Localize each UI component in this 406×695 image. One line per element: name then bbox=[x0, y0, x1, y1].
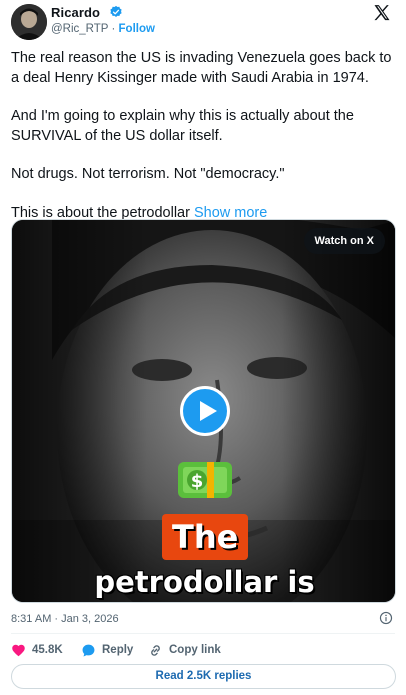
avatar-image bbox=[11, 4, 47, 40]
tweet-paragraph: And I'm going to explain why this is act… bbox=[11, 108, 354, 144]
caption-line-1: The bbox=[162, 514, 249, 560]
reply-bubble-icon bbox=[82, 644, 95, 656]
watch-on-x-button[interactable]: Watch on X bbox=[303, 228, 385, 254]
caption-line-2: petrodollar is bbox=[94, 565, 315, 599]
divider bbox=[11, 633, 395, 634]
like-button[interactable]: 45.8K bbox=[11, 641, 63, 659]
like-count: 45.8K bbox=[32, 644, 63, 656]
action-bar: 45.8K Reply Copy link bbox=[11, 641, 397, 659]
reply-button[interactable]: Reply bbox=[81, 641, 133, 659]
money-banknote-icon: $ bbox=[178, 462, 232, 498]
handle-separator: · bbox=[111, 23, 116, 35]
link-icon bbox=[151, 644, 160, 656]
video-player[interactable]: Watch on X $ The petrodollar is bbox=[11, 219, 396, 603]
copy-link-label: Copy link bbox=[169, 644, 221, 656]
heart-icon bbox=[12, 644, 25, 656]
play-button-icon[interactable] bbox=[180, 386, 230, 436]
x-logo-icon[interactable] bbox=[372, 3, 392, 23]
info-icon[interactable] bbox=[379, 611, 393, 625]
avatar[interactable] bbox=[11, 4, 47, 40]
tweet-timestamp[interactable]: 8:31 AM · Jan 3, 2026 bbox=[11, 613, 119, 625]
reply-label: Reply bbox=[102, 644, 134, 656]
follow-button[interactable]: Follow bbox=[119, 23, 155, 35]
tweet-embed: Ricardo @Ric_RTP · Follow The real reaso… bbox=[0, 0, 406, 695]
author-handle[interactable]: @Ric_RTP bbox=[51, 23, 108, 35]
tweet-paragraph: Not drugs. Not terrorism. Not "democracy… bbox=[11, 166, 285, 182]
copy-link-button[interactable]: Copy link bbox=[148, 641, 221, 659]
author-name[interactable]: Ricardo bbox=[51, 5, 100, 20]
svg-text:$: $ bbox=[191, 471, 204, 492]
author-handle-row: @Ric_RTP · Follow bbox=[51, 23, 155, 35]
verified-badge-icon bbox=[110, 5, 122, 17]
tweet-paragraph: The real reason the US is invading Venez… bbox=[11, 50, 392, 86]
read-replies-button[interactable]: Read 2.5K replies bbox=[11, 664, 396, 689]
tweet-body: The real reason the US is invading Venez… bbox=[11, 49, 397, 223]
